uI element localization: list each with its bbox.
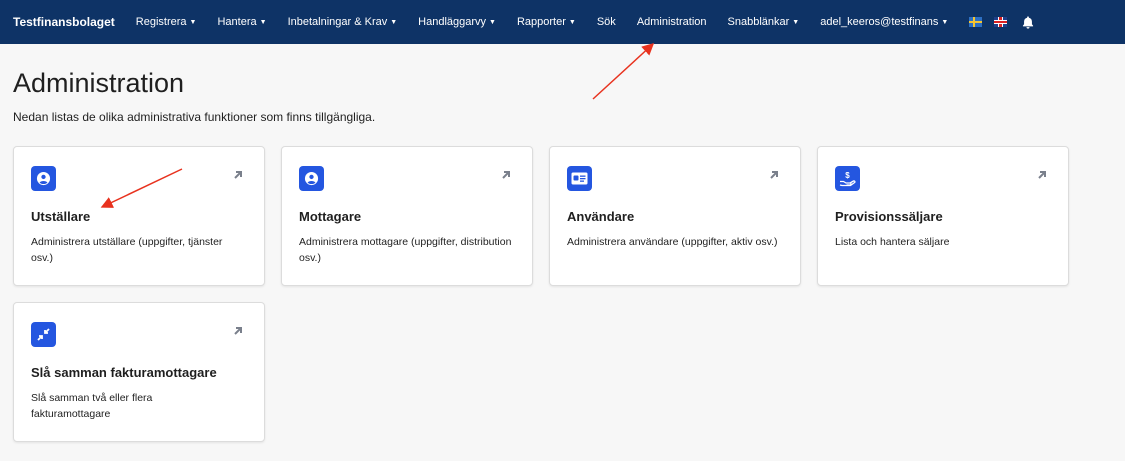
card-title: Mottagare — [299, 209, 362, 224]
nav-handlaggarvy[interactable]: Handläggarvy ▼ — [418, 16, 496, 28]
card-sla-samman-fakturamottagare[interactable]: Slå samman fakturamottagare Slå samman t… — [13, 302, 265, 442]
annotation-arrow-administration — [592, 42, 655, 100]
nav-hantera[interactable]: Hantera ▼ — [217, 16, 266, 28]
card-title: Användare — [567, 209, 635, 224]
chevron-down-icon: ▼ — [390, 18, 398, 26]
merge-arrows-icon — [31, 322, 56, 347]
chevron-down-icon: ▼ — [568, 18, 576, 26]
svg-text:$: $ — [845, 171, 850, 180]
arrow-up-right-icon — [770, 171, 778, 179]
chevron-down-icon: ▼ — [792, 18, 800, 26]
chevron-down-icon: ▼ — [489, 18, 496, 26]
card-description: Administrera användare (uppgifter, aktiv… — [567, 236, 778, 248]
nav-user-menu[interactable]: adel_keeros@testfinans ▼ — [820, 16, 948, 28]
brand-logo[interactable]: Testfinansbolaget — [13, 15, 115, 29]
user-circle-icon — [299, 166, 324, 191]
top-navbar: Testfinansbolaget Registrera ▼ Hantera ▼ I… — [0, 0, 1125, 44]
card-description: Lista och hantera säljare — [835, 236, 950, 248]
card-utstallare[interactable]: Utställare Administrera utställare (uppg… — [13, 146, 265, 286]
bell-icon[interactable] — [1021, 15, 1035, 29]
card-title: Utställare — [31, 209, 91, 224]
arrow-up-right-icon — [502, 171, 510, 179]
arrow-up-right-icon — [234, 327, 242, 335]
card-title: Slå samman fakturamottagare — [31, 365, 217, 380]
chevron-down-icon: ▼ — [941, 18, 949, 26]
chevron-down-icon: ▼ — [259, 18, 267, 26]
nav-inbetalningar[interactable]: Inbetalningar & Krav ▼ — [288, 16, 398, 28]
arrow-up-right-icon — [1038, 171, 1046, 179]
nav-snabblankar[interactable]: Snabblänkar ▼ — [728, 16, 800, 28]
card-description: Administrera utställare (uppgifter, tjän… — [31, 236, 223, 264]
card-anvandare[interactable]: Användare Administrera användare (uppgif… — [549, 146, 801, 286]
page-title: Administration — [13, 68, 185, 98]
nav-rapporter[interactable]: Rapporter ▼ — [517, 16, 576, 28]
swedish-flag-icon[interactable] — [969, 17, 983, 27]
uk-flag-icon[interactable] — [994, 17, 1008, 27]
card-mottagare[interactable]: Mottagare Administrera mottagare (uppgif… — [281, 146, 533, 286]
nav-registrera[interactable]: Registrera ▼ — [136, 16, 197, 28]
card-provisionssaljare[interactable]: $ Provisionssäljare Lista och hantera sä… — [817, 146, 1069, 286]
card-title: Provisionssäljare — [835, 209, 943, 224]
arrow-up-right-icon — [234, 171, 242, 179]
page-description: Nedan listas de olika administrativa fun… — [13, 110, 376, 124]
id-card-icon — [567, 166, 592, 191]
nav-sok[interactable]: Sök — [597, 16, 616, 28]
chevron-down-icon: ▼ — [189, 18, 197, 26]
card-description: Administrera mottagare (uppgifter, distr… — [299, 236, 512, 264]
card-description: Slå samman två eller flera fakturamottag… — [31, 392, 153, 420]
nav-administration[interactable]: Administration — [637, 16, 707, 28]
hand-dollar-icon: $ — [835, 166, 860, 191]
user-circle-icon — [31, 166, 56, 191]
